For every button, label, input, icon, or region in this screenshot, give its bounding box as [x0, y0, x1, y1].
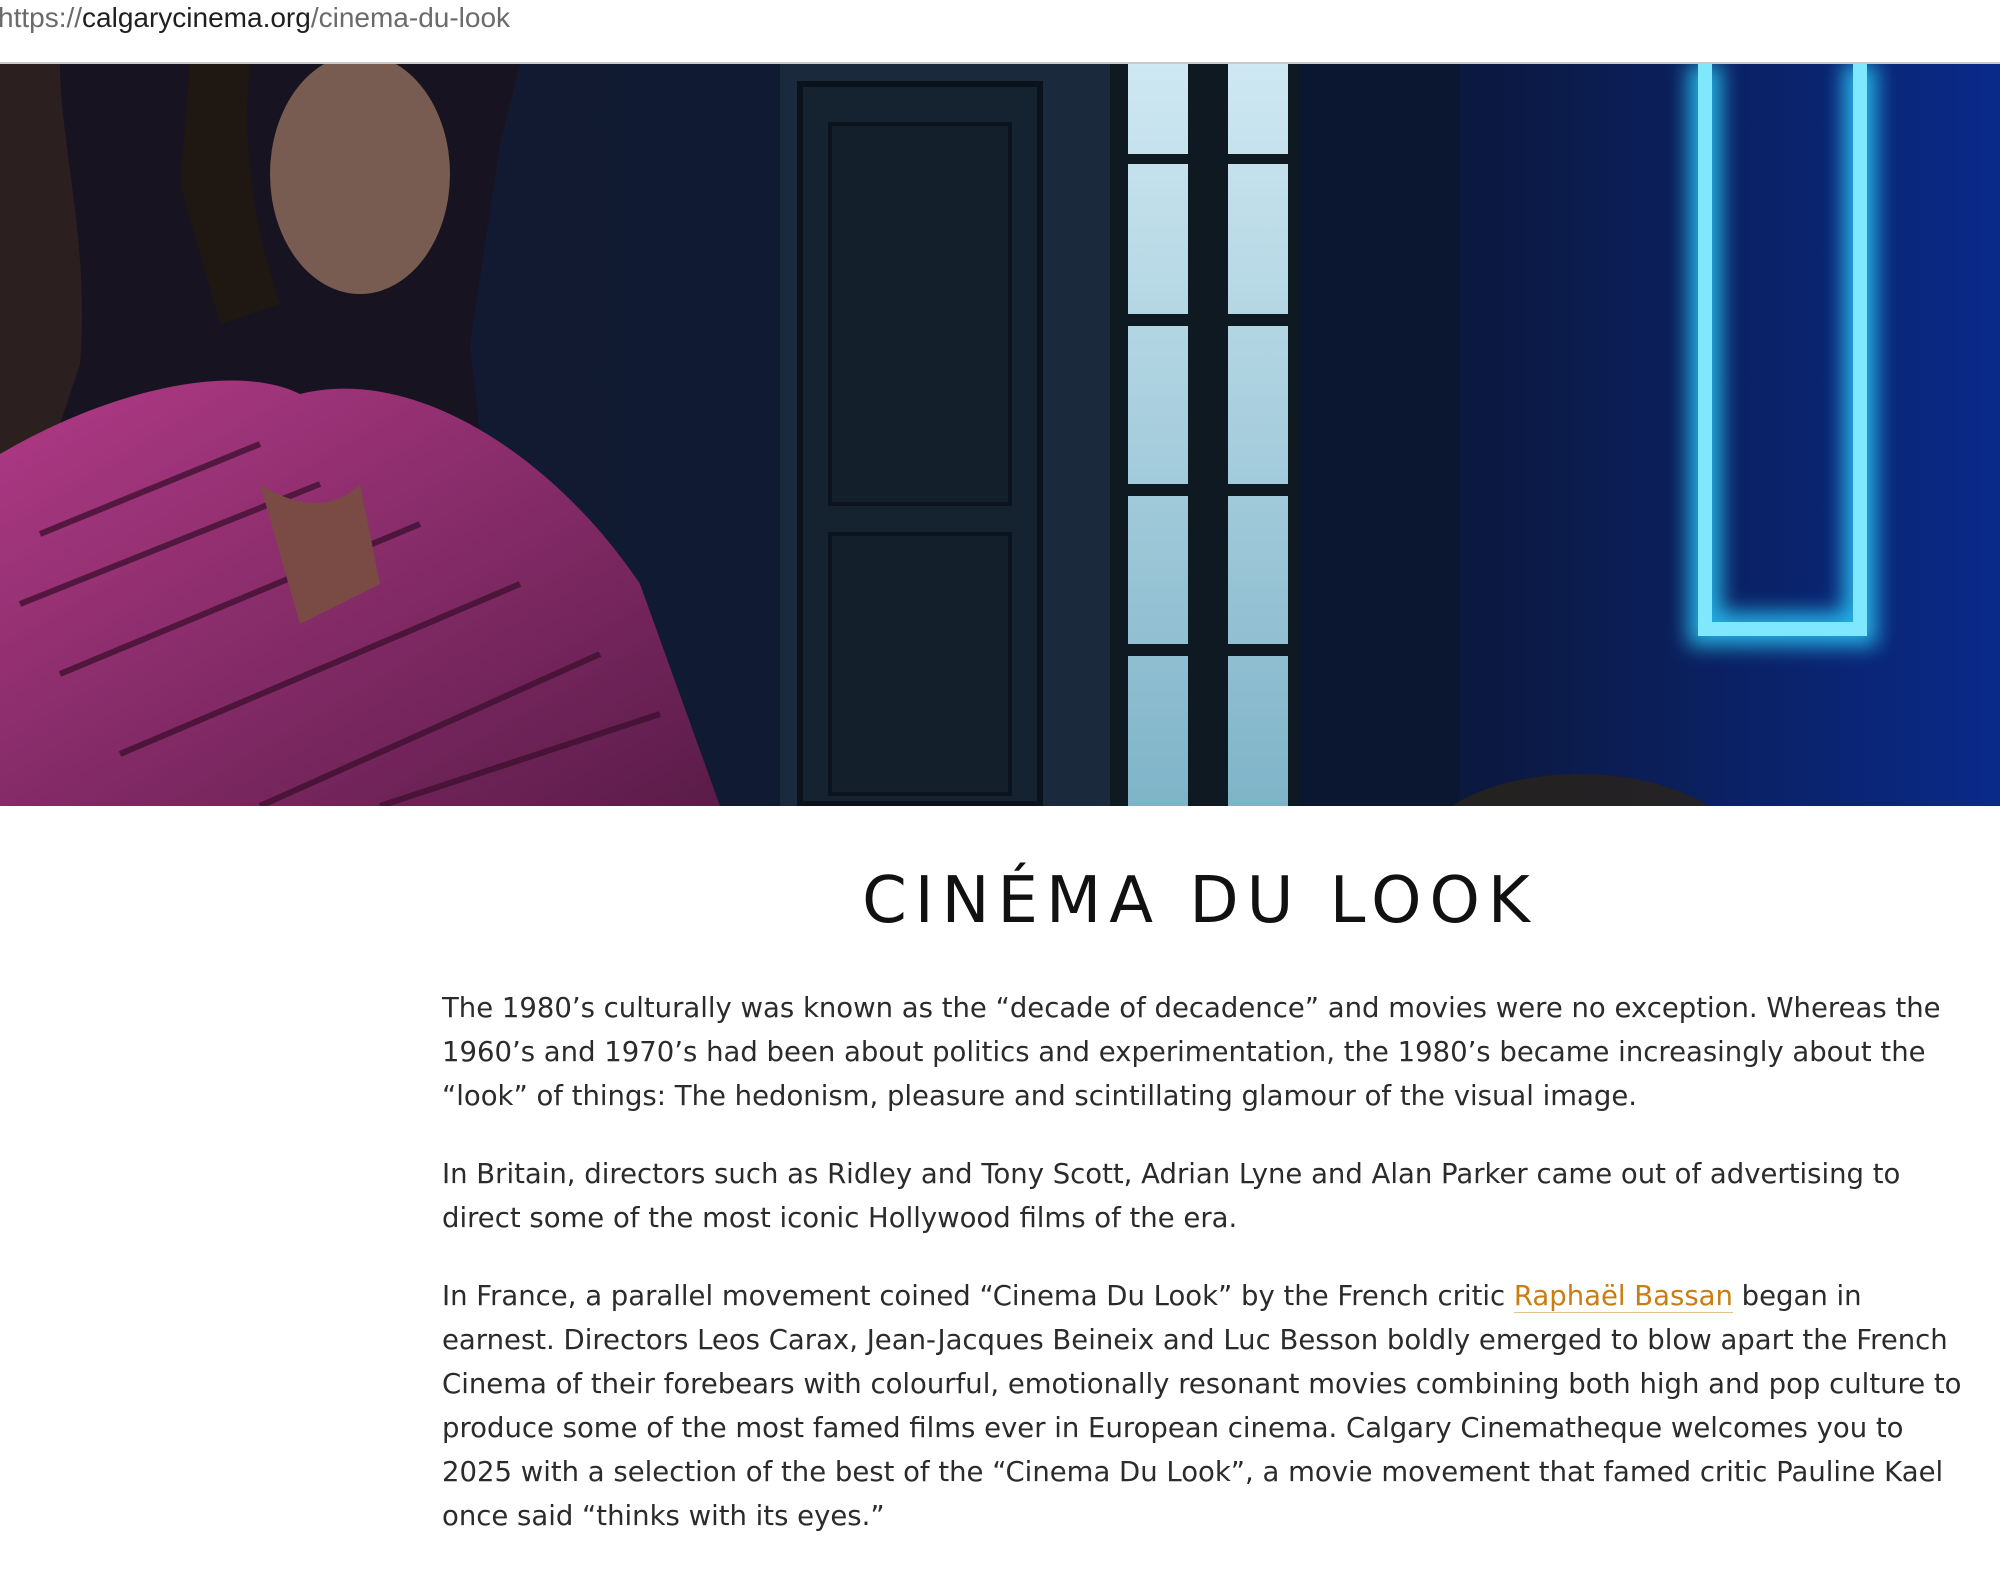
paragraph-intro: The 1980’s culturally was known as the “… — [442, 992, 1941, 1112]
url-prefix: https:// — [0, 2, 83, 33]
page-title: CINÉMA DU LOOK — [862, 864, 1538, 938]
raphael-bassan-link[interactable]: Raphaël Bassan — [1513, 1280, 1733, 1313]
paragraph-britain: In Britain, directors such as Ridley and… — [442, 1158, 1901, 1234]
article-body: The 1980’s culturally was known as the “… — [442, 986, 1982, 1572]
paragraph-france: In France, a parallel movement coined “C… — [442, 1274, 1982, 1538]
hero-illustration — [0, 64, 2000, 806]
url-text[interactable]: https://calgarycinema.org/cinema-du-look — [0, 2, 510, 34]
paragraph-france-end: began in earnest. Directors Leos Carax, … — [442, 1280, 1962, 1532]
paragraph-france-start: In France, a parallel movement coined “C… — [442, 1280, 1514, 1312]
article-section: CINÉMA DU LOOK The 1980’s culturally was… — [0, 806, 2000, 1532]
url-host: calgarycinema.org — [82, 2, 311, 33]
hero-image — [0, 64, 2000, 806]
url-path: /cinema-du-look — [310, 2, 511, 33]
address-bar[interactable]: https://calgarycinema.org/cinema-du-look — [0, 0, 2000, 64]
